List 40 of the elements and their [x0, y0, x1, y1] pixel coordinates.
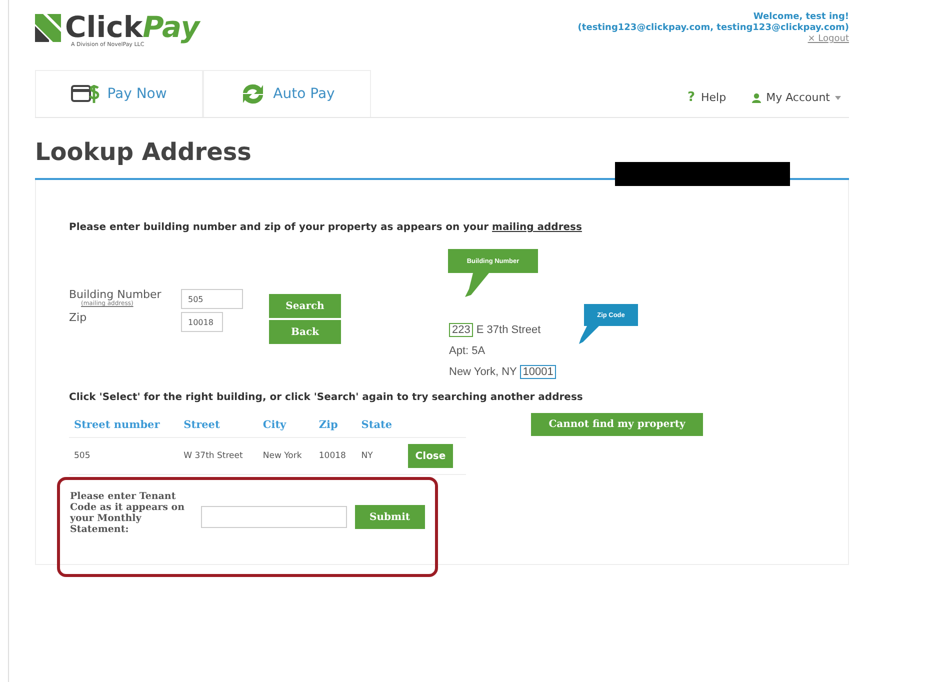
column-header: City	[258, 413, 314, 438]
column-header: State	[356, 413, 403, 438]
tenant-code-field[interactable]	[201, 506, 347, 528]
submit-button[interactable]: Submit	[354, 505, 425, 529]
form-button[interactable]: Back	[269, 320, 341, 344]
select-hint: Click 'Select' for the right building, or click 'Search' again to try searching another address	[69, 392, 584, 403]
cannot-find-button[interactable]: Cannot find my property	[531, 413, 703, 436]
table-cell: 505	[69, 438, 179, 474]
zip-field[interactable]: 10018	[181, 312, 223, 332]
caret-icon	[835, 96, 841, 100]
instruction-text: Please enter building number and zip of your property as appears on your mailing address	[69, 222, 583, 233]
logout-link[interactable]: × Logout	[808, 34, 849, 44]
table-cell: 10018	[314, 438, 356, 474]
field-label: Building Number	[69, 289, 162, 300]
nav-tab[interactable]: Pay Now	[35, 70, 203, 117]
close-button[interactable]: Close	[408, 444, 453, 468]
card-dollar-icon	[71, 84, 102, 104]
help-link[interactable]: ? Help	[687, 90, 726, 105]
table-cell: W 37th Street	[178, 438, 258, 474]
column-header: Street number	[69, 413, 179, 438]
account-menu[interactable]: My Account	[752, 91, 841, 104]
page-title: Lookup Address	[35, 138, 252, 168]
column-header: Street	[178, 413, 258, 438]
address-line: New York, NY 10001	[449, 362, 669, 383]
tenant-prompt: Please enter Tenant Code as it appears on your Monthly Statement:	[70, 491, 186, 535]
field-label: Zip	[69, 312, 88, 326]
table-cell: NY	[356, 438, 403, 474]
building-number-field[interactable]: 505	[181, 289, 243, 309]
logo-icon	[35, 12, 61, 42]
column-header: Zip	[314, 413, 356, 438]
form-button[interactable]: Search	[269, 294, 341, 318]
logo-wordmark: ClickPay	[65, 12, 200, 42]
callout-pointer	[579, 326, 601, 344]
user-icon	[752, 92, 762, 102]
address-line: Apt: 5A	[449, 344, 486, 359]
nav-tab[interactable]: Auto Pay	[203, 70, 371, 117]
welcome-text: Welcome, test ing!	[753, 12, 849, 22]
mailing-address-link[interactable]: mailing address	[492, 222, 582, 233]
user-emails: (testing123@clickpay.com, testing123@clickpay.com)	[578, 23, 849, 33]
table-cell: New York	[258, 438, 314, 474]
